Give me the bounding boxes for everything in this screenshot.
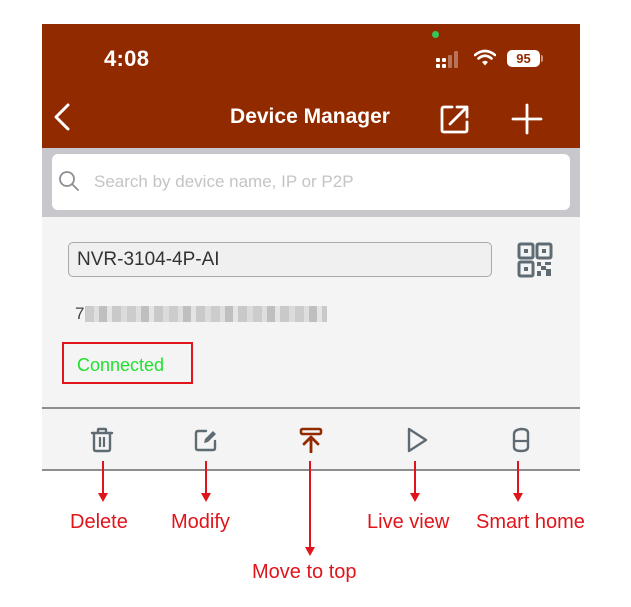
- arrowhead-delete: [98, 493, 108, 502]
- qr-code-icon[interactable]: [516, 241, 554, 279]
- search-input[interactable]: [94, 154, 564, 210]
- phone-screen: 4:08 95 Device Manager Search by device …: [42, 24, 580, 470]
- battery-level: 95: [507, 50, 540, 67]
- arrow-smart-home: [517, 461, 519, 494]
- delete-button[interactable]: [85, 425, 119, 455]
- add-device-button[interactable]: [510, 102, 544, 136]
- trash-icon: [90, 427, 114, 453]
- modify-button[interactable]: [189, 425, 223, 455]
- device-name-field[interactable]: NVR-3104-4P-AI: [68, 242, 492, 277]
- smart-home-button[interactable]: [504, 425, 538, 455]
- arrow-move-to-top: [309, 461, 311, 548]
- arrowhead-smart-home: [513, 493, 523, 502]
- page-title: Device Manager: [230, 105, 390, 128]
- annotation-move-to-top: Move to top: [252, 561, 357, 583]
- search-box[interactable]: [52, 154, 570, 210]
- device-action-toolbar: [42, 407, 580, 470]
- device-id-obscured: 7: [75, 304, 327, 323]
- annotation-delete: Delete: [70, 511, 128, 533]
- arrow-modify: [205, 461, 207, 494]
- camera-indicator-icon: [432, 31, 439, 38]
- toolbar-bottom-border: [42, 469, 580, 471]
- battery-icon: 95: [507, 50, 543, 67]
- play-icon: [407, 427, 428, 453]
- move-to-top-button[interactable]: [294, 425, 328, 455]
- page-title-wrap: Device Manager: [42, 105, 580, 129]
- annotation-smart-home: Smart home: [476, 511, 585, 533]
- arrow-delete: [102, 461, 104, 494]
- device-id-prefix: 7: [75, 304, 85, 323]
- smart-speaker-icon: [512, 427, 530, 453]
- device-id-pixelated: [85, 306, 327, 322]
- status-time: 4:08: [104, 46, 150, 71]
- search-bar: [42, 148, 580, 217]
- annotation-modify: Modify: [171, 511, 230, 533]
- annotation-live-view: Live view: [367, 511, 450, 533]
- live-view-button[interactable]: [400, 425, 434, 455]
- device-card[interactable]: NVR-3104-4P-AI 7 Connected: [42, 217, 580, 407]
- share-button[interactable]: [438, 102, 472, 136]
- arrowhead-live-view: [410, 493, 420, 502]
- wifi-icon: [474, 49, 496, 66]
- move-to-top-icon: [299, 427, 323, 453]
- edit-icon: [194, 429, 217, 452]
- arrowhead-move-to-top: [305, 547, 315, 556]
- arrow-live-view: [414, 461, 416, 494]
- cellular-signal-icon: [436, 51, 458, 68]
- app-header: 4:08 95 Device Manager: [42, 24, 580, 148]
- connection-status: Connected: [77, 355, 165, 375]
- arrowhead-modify: [201, 493, 211, 502]
- search-icon: [59, 171, 79, 191]
